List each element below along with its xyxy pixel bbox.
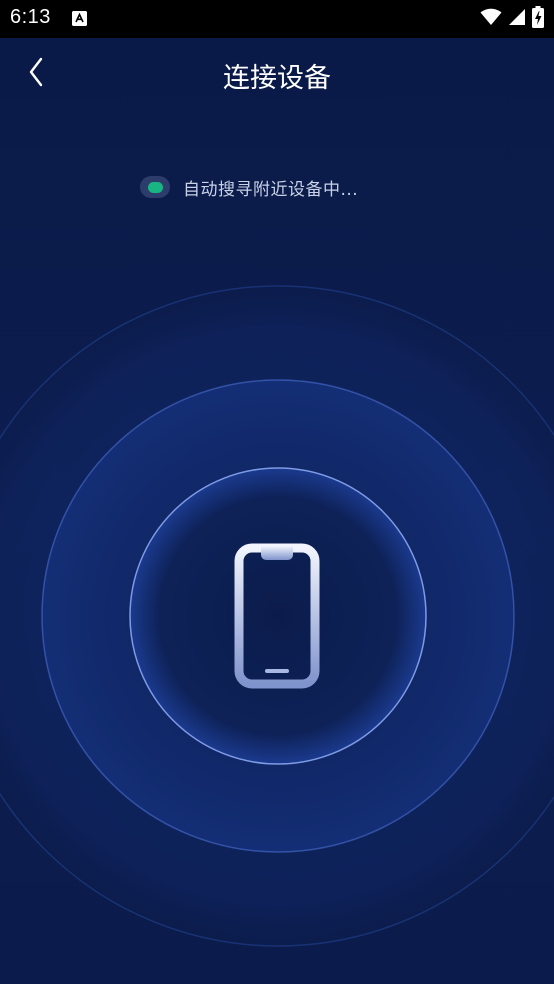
page-title: 连接设备 [223,63,331,94]
smartphone-icon [234,543,320,689]
search-status-text: 自动搜寻附近设备中... [183,179,359,200]
a-box-icon [72,11,87,26]
header: 连接设备 [0,38,554,110]
status-dot [147,181,163,193]
wifi-icon [480,8,502,30]
connect-device-screen: 6:13 连接设备 自动搜寻附近设备中... [0,0,554,984]
signal-icon [508,8,526,30]
status-bar: 6:13 [0,0,554,38]
battery-charging-icon [532,6,544,32]
searching-indicator [140,176,170,198]
status-time: 6:13 [10,6,51,28]
radar-rings [0,285,554,947]
status-icons [480,6,544,32]
search-status: 自动搜寻附近设备中... [140,174,358,200]
